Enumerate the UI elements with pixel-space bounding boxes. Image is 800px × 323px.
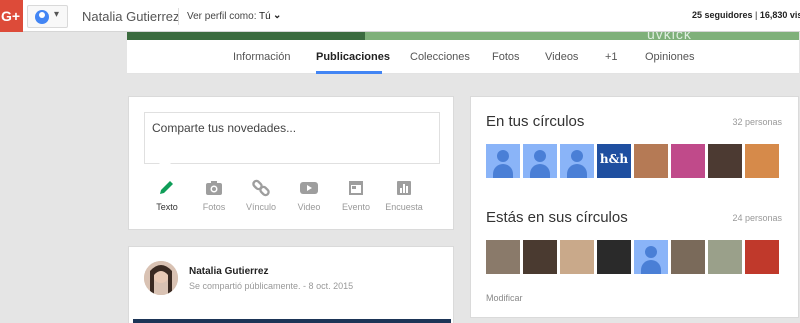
post-author-avatar[interactable]	[144, 261, 178, 295]
video-icon	[300, 182, 318, 194]
link-icon	[252, 179, 270, 197]
followers-count[interactable]: 25 seguidores	[692, 10, 753, 20]
share-input-pointer	[159, 163, 171, 169]
share-event-button[interactable]: Evento	[334, 179, 378, 212]
tab-publicaciones[interactable]: Publicaciones	[316, 51, 390, 63]
share-action-label: Video	[297, 202, 321, 212]
avatar-photo	[144, 261, 178, 295]
active-tab-indicator	[316, 71, 382, 74]
poll-icon	[397, 181, 411, 195]
share-box: Comparte tus novedades... Texto Fotos Ví…	[128, 96, 454, 230]
avatar[interactable]	[671, 240, 705, 274]
share-poll-button[interactable]: Encuesta	[382, 179, 426, 212]
avatar[interactable]	[708, 144, 742, 178]
default-avatar-icon[interactable]	[523, 144, 557, 178]
hh-avatar[interactable]: h&h	[597, 144, 631, 178]
in-their-circles-count: 24 personas	[732, 213, 782, 223]
share-placeholder: Comparte tus novedades...	[152, 121, 297, 135]
avatar[interactable]	[560, 240, 594, 274]
top-bar: G+ ▾ Natalia Gutierrez Ver perfil como: …	[0, 0, 800, 32]
avatar[interactable]	[523, 240, 557, 274]
share-photos-button[interactable]: Fotos	[192, 179, 236, 212]
avatar[interactable]	[634, 144, 668, 178]
tab-plus-one[interactable]: +1	[605, 51, 618, 63]
avatar[interactable]	[708, 240, 742, 274]
tab-videos[interactable]: Videos	[545, 51, 578, 63]
avatar[interactable]	[745, 240, 779, 274]
calendar-icon	[349, 181, 363, 195]
chevron-down-icon: ▾	[54, 9, 60, 20]
share-action-label: Texto	[156, 202, 178, 212]
avatar[interactable]	[486, 240, 520, 274]
default-avatar-icon[interactable]	[560, 144, 594, 178]
account-avatar-icon	[35, 10, 49, 24]
stats-separator: |	[752, 10, 760, 20]
in-your-circles-count: 32 personas	[732, 117, 782, 127]
share-video-button[interactable]: Video	[287, 179, 331, 212]
avatar[interactable]	[671, 144, 705, 178]
tab-fotos[interactable]: Fotos	[492, 51, 520, 63]
share-text-button[interactable]: Texto	[145, 179, 189, 212]
in-your-circles-title[interactable]: En tus círculos	[486, 113, 584, 130]
google-plus-logo[interactable]: G+	[0, 0, 23, 32]
chevron-down-icon[interactable]: ⌄	[273, 10, 281, 21]
post-meta: Se compartió públicamente. - 8 oct. 2015	[189, 281, 354, 291]
post-image[interactable]	[133, 319, 451, 323]
profile-stats: 25 seguidores | 16,830 vis	[692, 10, 800, 20]
cover-photo-right	[365, 32, 799, 40]
cover-photo: uvkick	[127, 32, 799, 40]
share-action-label: Evento	[341, 202, 371, 212]
avatar[interactable]	[597, 240, 631, 274]
camera-icon	[206, 181, 222, 195]
default-avatar-icon[interactable]	[634, 240, 668, 274]
circles-card: En tus círculos 32 personas h&h Estás en…	[470, 96, 799, 318]
tab-opiniones[interactable]: Opiniones	[645, 51, 695, 63]
view-as-dropdown[interactable]: Tú	[259, 11, 271, 22]
tab-colecciones[interactable]: Colecciones	[410, 51, 470, 63]
divider	[178, 8, 179, 25]
default-avatar-icon[interactable]	[486, 144, 520, 178]
post-card: Natalia Gutierrez Se compartió públicame…	[128, 246, 454, 323]
avatar[interactable]	[745, 144, 779, 178]
profile-tabs: Información Publicaciones Colecciones Fo…	[127, 40, 799, 74]
tab-informacion[interactable]: Información	[233, 51, 290, 63]
account-switcher-button[interactable]: ▾	[27, 5, 68, 28]
modify-link[interactable]: Modificar	[486, 293, 523, 303]
cover-brand-text: uvkick	[647, 32, 692, 40]
share-link-button[interactable]: Vínculo	[239, 179, 283, 212]
share-action-label: Fotos	[202, 202, 226, 212]
share-action-label: Encuesta	[385, 202, 423, 212]
in-their-circles-title[interactable]: Estás en sus círculos	[486, 209, 628, 226]
post-author-name[interactable]: Natalia Gutierrez	[189, 266, 268, 277]
profile-name: Natalia Gutierrez	[82, 9, 180, 24]
share-input[interactable]: Comparte tus novedades...	[144, 112, 440, 164]
pencil-icon	[160, 181, 173, 194]
share-action-label: Vínculo	[245, 202, 277, 212]
view-as-label: Ver perfil como:	[187, 11, 257, 22]
views-count: 16,830 vis	[759, 10, 800, 20]
